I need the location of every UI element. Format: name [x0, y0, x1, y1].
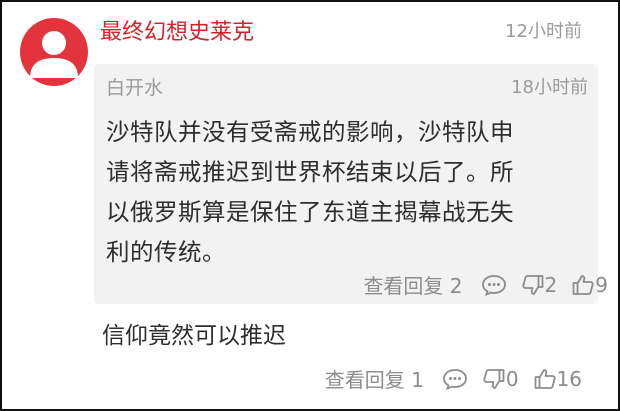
like-button[interactable]: 16: [533, 367, 582, 391]
view-replies-button[interactable]: 查看回复 1: [325, 364, 424, 393]
quoted-line: 利的传统。: [106, 238, 226, 266]
quoted-line: 以俄罗斯算是保住了东道主揭幕战无失: [106, 198, 514, 226]
thumbs-up-icon: [572, 274, 594, 295]
like-button[interactable]: 9: [571, 273, 608, 297]
comment-text: 信仰竟然可以推迟: [102, 323, 286, 349]
comment-time: 12小时前: [505, 21, 582, 42]
quoted-actions: 查看回复 2 2 9: [363, 270, 608, 299]
dislike-button[interactable]: 2: [521, 272, 558, 297]
thumbs-down-icon: [521, 274, 543, 295]
quoted-line: 请将斋戒推迟到世界杯结束以后了。所: [106, 158, 514, 186]
dislike-count: 0: [505, 366, 519, 391]
dislike-count: 2: [544, 272, 558, 297]
comment-author[interactable]: 最终幻想史莱克: [100, 18, 254, 48]
like-count: 9: [595, 272, 608, 297]
like-count: 16: [556, 366, 582, 391]
comment-actions: 查看回复 1 0 16: [325, 364, 582, 393]
thumbs-up-icon: [534, 368, 556, 389]
thumbs-down-icon: [483, 368, 505, 389]
comment-bubble-icon: [442, 368, 467, 390]
dislike-button[interactable]: 0: [482, 367, 519, 391]
comment-bubble-icon: [481, 274, 506, 296]
quoted-author[interactable]: 白开水: [106, 76, 163, 100]
user-silhouette-icon: [30, 31, 78, 78]
view-replies-button[interactable]: 查看回复 2: [363, 270, 462, 299]
quoted-comment: 白开水 18小时前 沙特队并没有受斋戒的影响，沙特队申 请将斋戒推迟到世界杯结束…: [94, 64, 598, 304]
quoted-line: 沙特队并没有受斋戒的影响，沙特队申: [106, 118, 514, 146]
quoted-time: 18小时前: [511, 77, 588, 98]
reply-button[interactable]: [442, 368, 468, 390]
avatar[interactable]: [20, 18, 88, 86]
quoted-text: 沙特队并没有受斋戒的影响，沙特队申 请将斋戒推迟到世界杯结束以后了。所 以俄罗斯…: [106, 112, 590, 272]
reply-button[interactable]: [481, 274, 507, 296]
